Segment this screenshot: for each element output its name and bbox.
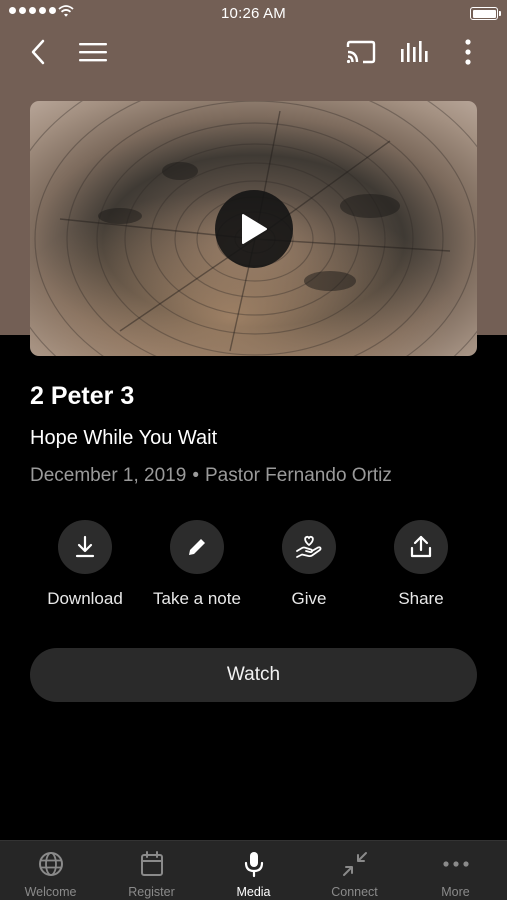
tab-more[interactable]: More	[405, 841, 506, 900]
give-hand-heart-icon	[296, 535, 322, 558]
play-button[interactable]	[215, 190, 293, 268]
download-action[interactable]: Download	[29, 520, 141, 609]
status-bar: 10:26 AM	[0, 0, 507, 28]
tab-media-label: Media	[236, 885, 271, 899]
tab-welcome[interactable]: Welcome	[0, 841, 101, 900]
download-icon	[75, 535, 95, 558]
tab-connect[interactable]: Connect	[304, 841, 405, 900]
audio-bars-icon	[401, 41, 428, 62]
media-subtitle: Hope While You Wait	[30, 427, 218, 449]
tab-register[interactable]: Register	[101, 841, 202, 900]
pencil-icon	[189, 539, 205, 555]
take-note-button[interactable]	[170, 520, 224, 574]
cast-button[interactable]	[339, 30, 383, 74]
bottom-tab-bar: Welcome Register Media Connect More	[0, 840, 507, 900]
take-note-label: Take a note	[153, 589, 241, 608]
top-toolbar	[0, 30, 507, 74]
media-meta: December 1, 2019 • Pastor Fernando Ortiz	[30, 465, 392, 487]
more-dots-icon	[442, 861, 469, 867]
download-label: Download	[47, 589, 123, 608]
microphone-icon	[244, 852, 263, 878]
media-speaker: Pastor Fernando Ortiz	[204, 465, 392, 486]
cast-icon	[346, 40, 376, 64]
share-icon	[410, 535, 432, 558]
tab-media[interactable]: Media	[203, 841, 304, 900]
more-options-button[interactable]	[446, 30, 490, 74]
media-thumbnail[interactable]	[30, 101, 477, 356]
chevron-left-icon	[31, 39, 45, 65]
media-title: 2 Peter 3	[30, 382, 135, 410]
take-note-action[interactable]: Take a note	[141, 520, 253, 609]
give-button[interactable]	[282, 520, 336, 574]
tab-connect-label: Connect	[331, 885, 378, 899]
share-button[interactable]	[394, 520, 448, 574]
watch-button[interactable]: Watch	[30, 648, 477, 702]
globe-icon	[38, 852, 63, 876]
share-label: Share	[398, 589, 444, 608]
hamburger-menu-icon	[79, 43, 107, 62]
tab-more-label: More	[441, 885, 470, 899]
status-time: 10:26 AM	[221, 5, 286, 22]
download-button[interactable]	[58, 520, 112, 574]
menu-button[interactable]	[71, 30, 115, 74]
back-button[interactable]	[16, 30, 60, 74]
meta-separator: •	[192, 465, 199, 486]
battery-icon	[470, 7, 501, 20]
play-icon	[242, 214, 267, 244]
connect-arrows-icon	[342, 852, 367, 876]
share-action[interactable]: Share	[365, 520, 477, 609]
action-row: Download Take a note Give Share	[0, 520, 507, 615]
media-date: December 1, 2019	[30, 465, 187, 486]
tab-register-label: Register	[128, 885, 175, 899]
vertical-dots-icon	[465, 39, 471, 65]
calendar-icon	[140, 851, 163, 876]
tab-welcome-label: Welcome	[24, 885, 77, 899]
give-label: Give	[291, 589, 327, 608]
give-action[interactable]: Give	[253, 520, 365, 609]
audio-button[interactable]	[393, 30, 437, 74]
